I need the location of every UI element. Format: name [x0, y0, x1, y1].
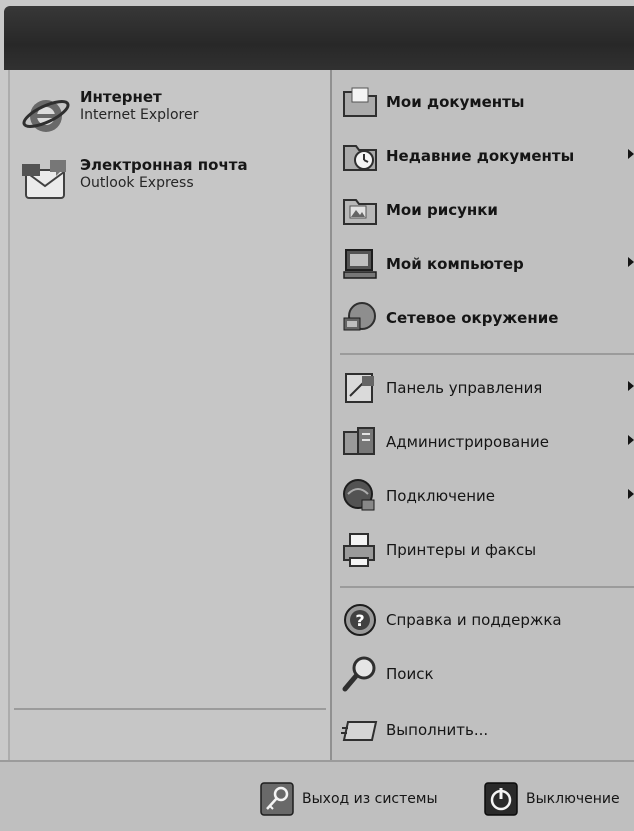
help-support-icon: ? — [344, 604, 376, 636]
menu-item-label: Мой компьютер — [386, 255, 524, 273]
start-menu: Интернет Internet Explorer Электронная п… — [0, 0, 634, 831]
svg-text:?: ? — [355, 611, 364, 630]
menu-item-control-panel[interactable]: Панель управления — [340, 366, 634, 410]
menu-item-label: Панель управления — [386, 379, 543, 397]
administrative-tools-icon — [343, 427, 375, 455]
key-icon — [260, 782, 294, 816]
menu-item-network-places[interactable]: Сетевое окружение — [340, 296, 634, 340]
menu-item-label: Сетевое окружение — [386, 309, 559, 327]
system-separator — [340, 586, 634, 588]
places-separator — [340, 353, 634, 355]
pinned-item-email[interactable]: Электронная почта Outlook Express — [20, 156, 248, 216]
recent-documents-icon — [343, 145, 377, 171]
menu-item-connect-to[interactable]: Подключение — [340, 474, 634, 518]
menu-item-label: Недавние документы — [386, 147, 575, 165]
start-menu-user-header — [4, 6, 634, 70]
submenu-arrow-icon — [628, 489, 634, 499]
my-pictures-icon — [343, 199, 377, 225]
pinned-subtitle: Outlook Express — [80, 175, 194, 191]
menu-item-search[interactable]: Поиск — [340, 652, 634, 696]
menu-item-run[interactable]: Выполнить... — [340, 708, 634, 752]
internet-explorer-icon — [22, 100, 70, 132]
menu-item-help-support[interactable]: ? Справка и поддержка — [340, 598, 634, 642]
menu-item-administrative-tools[interactable]: Администрирование — [340, 420, 634, 464]
network-places-icon — [343, 302, 376, 331]
logoff-label: Выход из системы — [302, 791, 438, 807]
menu-item-my-documents[interactable]: Мои документы — [340, 80, 634, 124]
submenu-arrow-icon — [628, 149, 634, 159]
pinned-separator — [14, 708, 326, 710]
menu-item-my-computer[interactable]: Мой компьютер — [340, 242, 634, 286]
menu-item-my-pictures[interactable]: Мои рисунки — [340, 188, 634, 232]
menu-item-recent-documents[interactable]: Недавние документы — [340, 134, 634, 178]
pinned-title: Электронная почта — [80, 156, 248, 174]
menu-item-label: Мои документы — [386, 93, 525, 111]
control-panel-icon — [345, 373, 374, 403]
submenu-arrow-icon — [628, 257, 634, 267]
connect-to-icon — [343, 479, 375, 511]
logoff-button[interactable]: Выход из системы — [260, 780, 438, 818]
shutdown-label: Выключение — [526, 791, 620, 807]
menu-item-label: Справка и поддержка — [386, 611, 562, 629]
submenu-arrow-icon — [628, 435, 634, 445]
pinned-item-internet[interactable]: Интернет Internet Explorer — [20, 88, 198, 148]
my-computer-icon — [343, 249, 377, 279]
menu-item-label: Принтеры и факсы — [386, 541, 537, 559]
pinned-title: Интернет — [80, 88, 162, 106]
menu-item-label: Выполнить... — [386, 721, 489, 739]
menu-item-label: Администрирование — [386, 433, 550, 451]
menu-item-label: Подключение — [386, 487, 495, 505]
my-documents-icon — [343, 87, 377, 117]
outlook-express-icon — [22, 160, 66, 199]
pinned-subtitle: Internet Explorer — [80, 107, 199, 123]
search-icon — [342, 656, 376, 692]
power-icon — [484, 782, 518, 816]
printers-faxes-icon — [343, 533, 375, 567]
submenu-arrow-icon — [628, 381, 634, 391]
shutdown-button[interactable]: Выключение — [484, 780, 620, 818]
menu-item-label: Поиск — [386, 665, 434, 683]
run-icon — [341, 721, 378, 741]
menu-item-label: Мои рисунки — [386, 201, 498, 219]
menu-item-printers-faxes[interactable]: Принтеры и факсы — [340, 528, 634, 572]
